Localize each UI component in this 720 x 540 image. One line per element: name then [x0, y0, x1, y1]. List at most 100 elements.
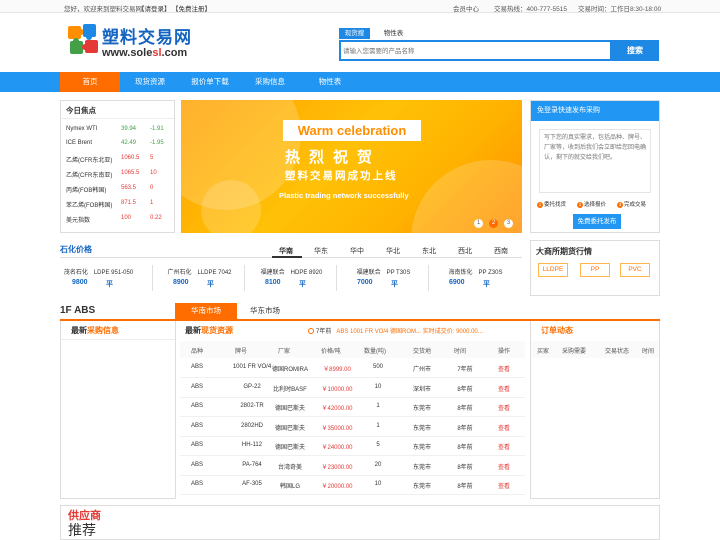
petro-price-cell[interactable]: 福建联合 HDPE 8920 8100 平	[253, 264, 330, 294]
table-cell: 1	[376, 422, 380, 429]
petro-tab-northwest[interactable]: 西北	[458, 246, 472, 256]
view-link[interactable]: 查看	[498, 403, 510, 412]
market-tab-south[interactable]: 华南市场	[175, 303, 237, 319]
table-cell: 10	[374, 383, 382, 390]
view-link[interactable]: 查看	[498, 384, 510, 393]
petro-tab-southwest[interactable]: 西南	[494, 246, 508, 256]
tab-spot-search[interactable]: 现货搜	[339, 28, 370, 39]
latest-purchase-panel: 最新采购信息	[60, 321, 176, 499]
futures-pp[interactable]: PP	[580, 263, 610, 277]
table-cell: ABS	[191, 422, 204, 429]
table-cell: 20	[374, 461, 382, 468]
table-row[interactable]: ABS GP-22 比利时BASF ￥10000.00 10 深圳市 8年前 查看	[180, 379, 525, 398]
table-cell: 东莞市	[412, 484, 431, 490]
carousel-dot-3[interactable]: 3	[504, 219, 513, 228]
clock-icon	[308, 328, 314, 335]
tab-indicator	[272, 256, 302, 258]
login-link[interactable]: 【请登录】	[138, 3, 171, 13]
focus-row[interactable]: 乙烯(CFR东北亚) 1060.5 5	[66, 155, 172, 169]
table-row[interactable]: ABS PA-764 台湾奇美 ￥23000.00 20 东莞市 8年前 查看	[180, 457, 525, 476]
petro-price-cell[interactable]: 广州石化 LLDPE 7042 8900 平	[161, 264, 238, 294]
petro-tab-central[interactable]: 华中	[350, 246, 364, 256]
table-cell: 德国巴斯夫	[274, 445, 305, 451]
deal-ticker[interactable]: 7年前 ABS 1001 FR VO/4 德国ROM... 实时成交价: 900…	[308, 326, 483, 335]
search-input[interactable]	[343, 44, 603, 58]
search-box	[339, 40, 612, 61]
table-header: 品种 牌号 厂家 价格/吨 数量(吨) 交货地 时间 操作	[180, 341, 525, 358]
market-tab-east[interactable]: 华东市场	[234, 303, 296, 319]
futures-panel: 大商所期货行情 LLDPE PP PVC	[530, 240, 660, 296]
focus-row[interactable]: ICE Brent 42.49 -1.95	[66, 140, 172, 154]
view-link[interactable]: 查看	[498, 364, 510, 373]
nav-home[interactable]: 首页	[60, 72, 120, 92]
banner-cn-headline: 热烈祝贺	[285, 149, 382, 166]
hours-text: 交易时间：工作日8:30-18:00	[578, 6, 662, 13]
register-link[interactable]: 【免费注册】	[172, 3, 211, 13]
carousel-dot-2[interactable]: 2	[489, 219, 498, 228]
banner-carousel[interactable]: Warm celebration 热烈祝贺 塑料交易网成功上线 Plastic …	[181, 100, 522, 233]
table-cell: ￥20000.00	[321, 484, 353, 490]
focus-row[interactable]: Nymex WTI 39.94 -1.91	[66, 126, 172, 140]
main-nav: 首页 现货资源 报价单下载 采购信息 物性表	[0, 72, 720, 92]
petro-price-cell[interactable]: 海南炼化 PP Z30S 6900 平	[437, 264, 514, 294]
table-cell: 8年前	[457, 484, 473, 490]
table-row[interactable]: ABS 1001 FR VO/4 德国ROMIRA ￥8999.00 500 广州市 7年前…	[180, 359, 525, 378]
table-cell: 东莞市	[412, 406, 431, 412]
member-center-link[interactable]: 会员中心	[453, 3, 479, 13]
focus-row[interactable]: 乙烯(CFR东南亚) 1065.5 10	[66, 170, 172, 184]
table-row[interactable]: ABS 2802-TR 德国巴斯夫 ￥42000.00 1 东莞市 8年前 查看	[180, 398, 525, 417]
focus-row[interactable]: 美元指数 100 0.22	[66, 215, 172, 229]
petro-tab-east[interactable]: 华东	[314, 246, 328, 256]
banner-cn-subline: 塑料交易网成功上线	[285, 170, 398, 182]
tab-property-search[interactable]: 物性表	[378, 28, 409, 39]
order-activity-panel: 订单动态 买家 采购需要 交易状态 时间	[530, 321, 660, 499]
table-cell: 8年前	[457, 464, 473, 471]
petro-tab-northeast[interactable]: 东北	[422, 246, 436, 256]
release-submit-button[interactable]: 免费委托发布	[573, 214, 621, 229]
quick-release-title: 免登录快速发布采购	[531, 101, 659, 121]
table-row[interactable]: ABS HH-112 德国巴斯夫 ￥24000.00 5 东莞市 8年前 查看	[180, 437, 525, 456]
carousel-dot-1[interactable]: 1	[474, 219, 483, 228]
table-cell: 8年前	[457, 406, 473, 412]
latest-stock-title: 最新现货资源	[185, 326, 233, 335]
order-activity-title: 订单动态	[541, 326, 573, 335]
nav-spot-resources[interactable]: 现货资源	[120, 72, 180, 92]
focus-row[interactable]: 丙烯(FOB韩国) 563.5 0	[66, 185, 172, 199]
nav-property-table[interactable]: 物性表	[300, 72, 360, 92]
table-cell: ￥35000.00	[321, 425, 353, 432]
logo[interactable]: 塑料交易网 www.solesl.com	[64, 20, 224, 64]
search-button[interactable]: 搜索	[611, 40, 659, 61]
futures-pvc[interactable]: PVC	[620, 263, 650, 277]
petro-tab-north[interactable]: 华北	[386, 246, 400, 256]
banner-warm-text: Warm celebration	[283, 120, 421, 141]
release-textarea[interactable]	[539, 129, 651, 193]
petro-price-title: 石化价格	[60, 245, 92, 254]
view-link[interactable]: 查看	[498, 462, 510, 471]
nav-purchase-info[interactable]: 采购信息	[240, 72, 300, 92]
table-row[interactable]: ABS 2802HD 德国巴斯夫 ￥35000.00 1 东莞市 8年前 查看	[180, 418, 525, 437]
table-cell: ABS	[191, 442, 204, 448]
table-cell: 1	[376, 403, 380, 409]
divider	[152, 265, 153, 291]
table-cell: ￥42000.00	[321, 406, 353, 412]
petro-price-cell[interactable]: 福建联合 PP T30S 7000 平	[345, 264, 422, 294]
table-row[interactable]: ABS AF-305 韩国LG ￥20000.00 10 东莞市 8年前 查看	[180, 476, 525, 495]
table-cell: 广州市	[412, 367, 431, 373]
step-1: 1 委托找货	[537, 201, 567, 208]
view-link[interactable]: 查看	[498, 481, 510, 490]
logo-cn-text: 塑料交易网	[102, 28, 192, 47]
futures-lldpe[interactable]: LLDPE	[538, 263, 568, 277]
focus-row[interactable]: 苯乙烯(FOB韩国) 871.5 1	[66, 200, 172, 214]
hotline-text: 交易热线：400-777-5515	[494, 6, 567, 13]
quick-release-panel: 免登录快速发布采购 1委托找货 2选择报价 3完成交易 免费委托发布	[530, 100, 660, 233]
table-cell: 深圳市	[412, 386, 431, 393]
today-focus-panel: 今日焦点 Nymex WTI 39.94 -1.91 ICE Brent 42.49-…	[60, 100, 175, 233]
petro-tab-south[interactable]: 华南	[279, 246, 293, 256]
petro-price-cell[interactable]: 茂名石化 LDPE 951-050 9800 平	[60, 264, 137, 294]
view-link[interactable]: 查看	[498, 442, 510, 451]
table-cell: 8年前	[457, 386, 473, 393]
futures-title: 大商所期货行情	[536, 247, 592, 256]
view-link[interactable]: 查看	[498, 423, 510, 432]
table-cell: 台湾奇美	[277, 464, 302, 471]
nav-quote-download[interactable]: 报价单下载	[180, 72, 240, 92]
